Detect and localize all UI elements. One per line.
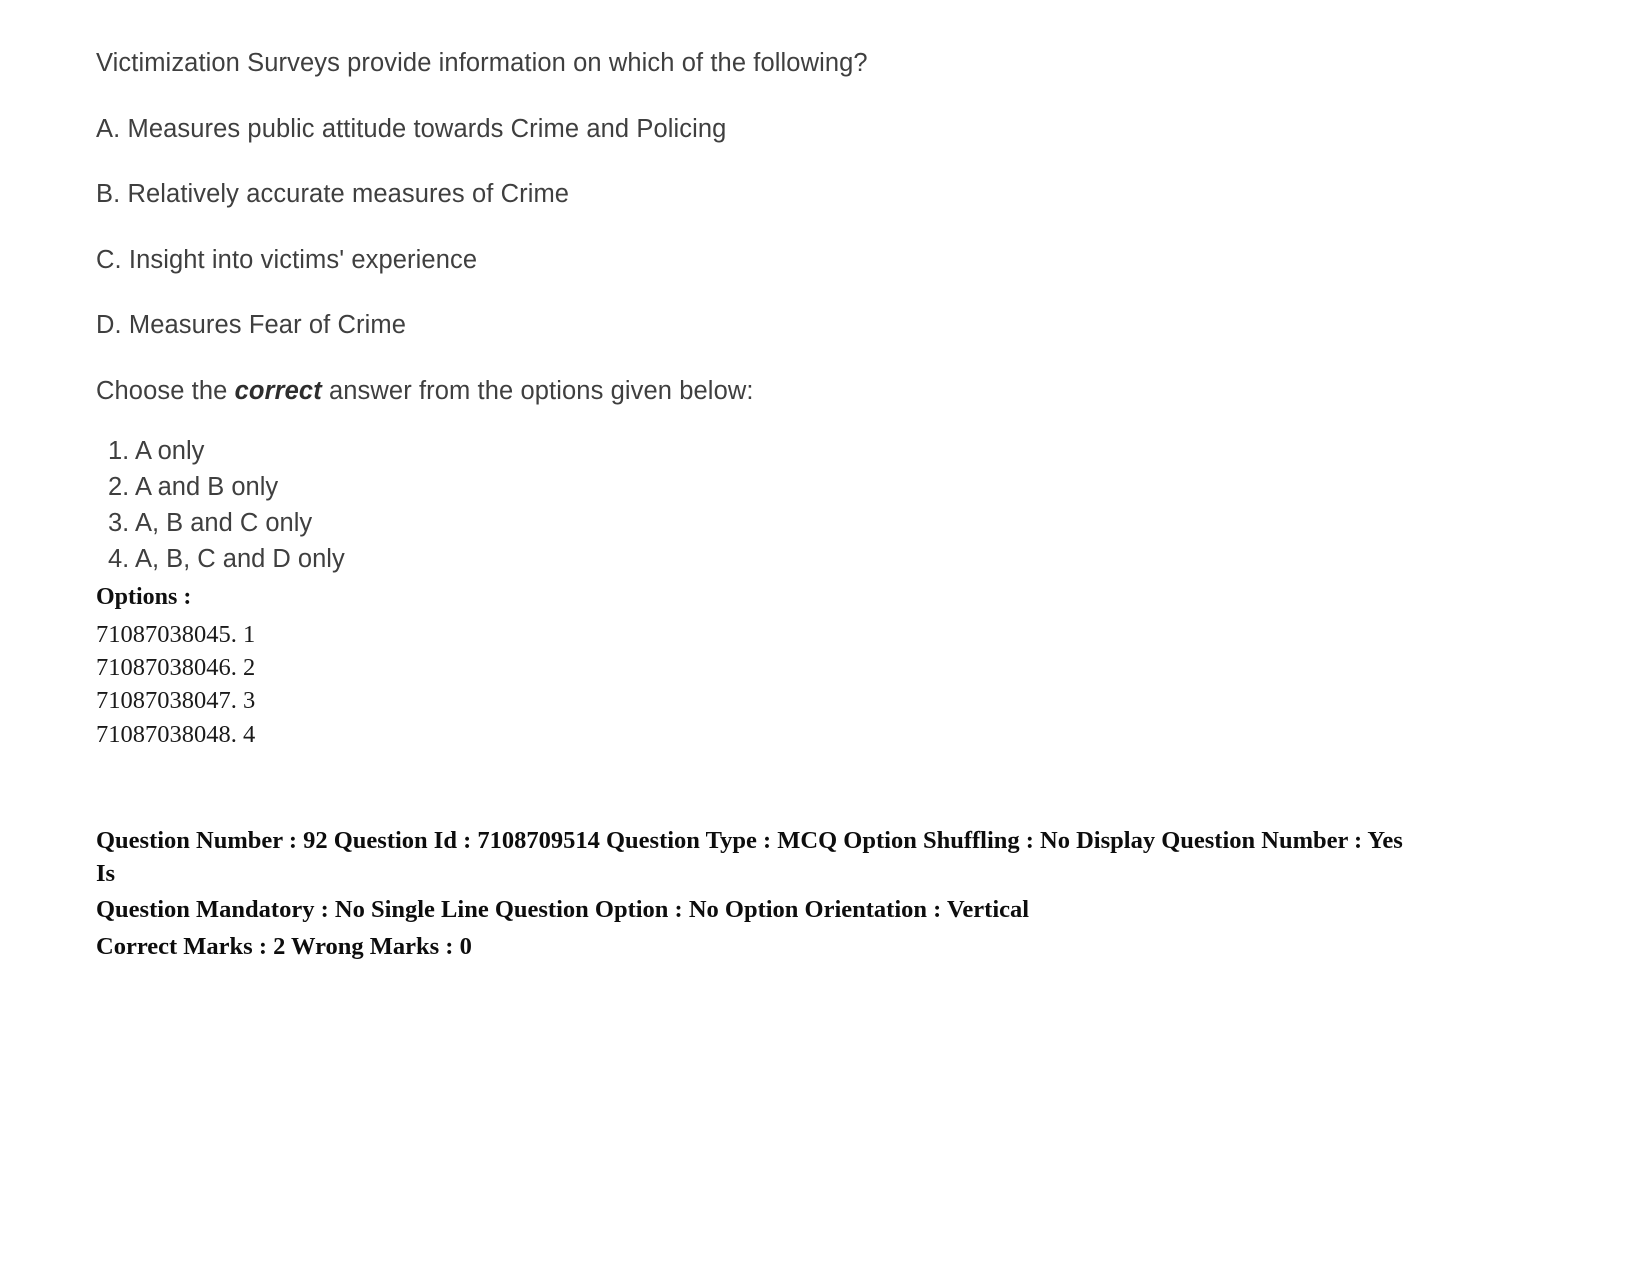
statement-d: D. Measures Fear of Crime [96, 311, 406, 340]
question-stem: Victimization Surveys provide informatio… [96, 49, 868, 77]
choose-prefix: Choose the [96, 376, 235, 405]
document-page: Victimization Surveys provide informatio… [0, 0, 1650, 1275]
metadata-line-3: Correct Marks : 2 Wrong Marks : 0 [96, 932, 472, 960]
statement-b: B. Relatively accurate measures of Crime [96, 180, 570, 209]
question-metadata: Question Number : 92 Question Id : 71087… [96, 825, 1406, 963]
choose-emphasis: correct [234, 376, 322, 405]
option-id-3: 71087038047. 3 [96, 687, 256, 715]
statement-a: A. Measures public attitude towards Crim… [96, 114, 727, 143]
statement-c: C. Insight into victims' experience [96, 245, 478, 274]
question-block: Victimization Surveys provide informatio… [96, 48, 1590, 963]
answer-choice-2[interactable]: 2. A and B only [96, 469, 1590, 505]
answer-choice-1[interactable]: 1. A only [96, 433, 1590, 469]
answer-choice-3[interactable]: 3. A, B and C only [96, 505, 1590, 541]
options-heading: Options : [96, 584, 192, 611]
answer-choice-4[interactable]: 4. A, B, C and D only [96, 541, 1590, 577]
metadata-line-1: Question Number : 92 Question Id : 71087… [96, 827, 1403, 887]
option-id-4: 71087038048. 4 [96, 720, 256, 748]
option-id-2: 71087038046. 2 [96, 654, 256, 682]
choose-suffix: answer from the options given below: [321, 376, 754, 405]
option-id-list: 71087038045. 1 71087038046. 2 7108703804… [96, 618, 1590, 751]
option-id-1: 71087038045. 1 [96, 620, 256, 648]
answer-choice-list: 1. A only 2. A and B only 3. A, B and C … [96, 433, 1590, 578]
metadata-line-2: Question Mandatory : No Single Line Ques… [96, 896, 1030, 924]
choose-instruction: Choose the correct answer from the optio… [96, 376, 1590, 407]
